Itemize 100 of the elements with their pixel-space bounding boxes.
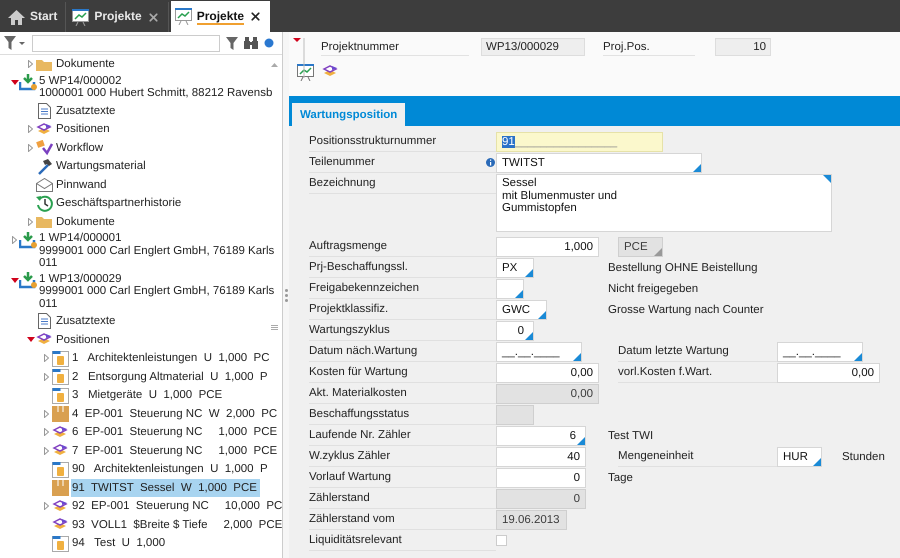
collapsed-caret-icon[interactable] [44,372,49,380]
tree-item[interactable]: 90 Architektenleistungen U 1,000 P [71,460,271,478]
folder-file-icon [52,460,68,478]
field-label: Zählerstand vom [309,510,496,530]
splitter-handle[interactable] [283,32,289,558]
filter-icon[interactable] [226,36,238,50]
download-tray-icon [19,74,37,91]
collapse-caret-icon[interactable] [293,38,305,78]
chart-board-icon[interactable] [297,64,314,81]
collapsed-caret-icon[interactable] [44,410,49,418]
expanded-caret-icon[interactable] [10,278,18,283]
tree-item[interactable]: 7 EP-001 Steuerung NC 1,000 PCE [71,442,280,460]
collapsed-caret-icon[interactable] [28,125,33,133]
collapsed-caret-icon[interactable] [28,144,33,152]
chart-board-icon [174,8,192,25]
scroll-up-icon[interactable] [271,63,278,67]
field-label: Beschaffungsstatus [309,405,496,425]
envelope-icon [36,178,52,192]
tree-item[interactable]: 2 Entsorgung Altmaterial U 1,000 P [71,368,271,386]
close-icon[interactable] [249,10,262,23]
tree-item[interactable]: 1 WP14/000001 9999001 000 Carl Englert GmbH, 76189 Karls 011 [39,231,278,272]
combo-field[interactable]: 0 [496,321,534,341]
folder-file-icon [52,368,68,385]
scroll-thumb-icon[interactable] [271,325,278,330]
field-label: Auftragsmenge [309,237,496,257]
input-field[interactable]: 0 [496,468,586,488]
combo-field[interactable]: __.__.____ [777,342,863,362]
expanded-caret-icon[interactable] [10,80,18,85]
combo-field[interactable]: PX [496,258,534,278]
tree-item[interactable]: 1 WP13/000029 9999001 000 Carl Englert GmbH, 76189 Karls 011 [39,272,278,312]
tree-item[interactable]: 93 VOLL1 $Breite $ Tiefe 2,000 PCE [71,516,282,534]
field-label: Prj-Beschaffungssl. [309,258,496,278]
stacked-blocks-icon [36,122,52,136]
checkbox[interactable] [496,535,507,546]
collapsed-caret-icon[interactable] [28,60,33,68]
collapsed-caret-icon[interactable] [28,218,33,226]
info-icon[interactable] [486,158,495,167]
tree-item[interactable]: 5 WP14/000002 1000001 000 Hubert Schmitt, 88212 Ravensb [39,74,276,102]
combo-field[interactable]: GWC [496,300,548,320]
description-text: Grosse Wartung nach Counter [608,303,764,318]
hammer-icon [36,158,52,174]
clock-history-icon [36,194,52,212]
description-text: Tage [608,471,633,486]
document-icon [38,313,50,329]
collapsed-caret-icon[interactable] [44,354,49,362]
search-field[interactable] [32,34,220,52]
combo-field[interactable]: HUR [777,447,822,467]
field-label: Projektnummer [321,38,469,56]
tree-item[interactable]: 94 Test U 1,000 [71,534,168,552]
combo-field: PCE [618,237,663,257]
tree-item[interactable]: Pinnwand [55,176,110,194]
readonly-field: WP13/000029 [481,38,585,56]
stacked-blocks-icon [36,332,52,347]
collapsed-caret-icon[interactable] [44,446,49,454]
description-text: Test TWI [608,429,654,444]
field-label: Bezeichnung [309,174,496,194]
tree-item[interactable]: 92 EP-001 Steuerung NC 10,000 PC [71,497,282,515]
tree-item[interactable]: Dokumente [55,55,118,73]
stacked-blocks-icon [52,517,68,532]
input-field[interactable]: 40 [496,447,586,467]
download-tray-icon [19,272,37,289]
combo-field[interactable] [496,279,524,299]
tree-item[interactable]: 1 Architektenleistungen U 1,000 PC [71,349,273,367]
field-label: Teilenummer [309,153,496,173]
combo-field[interactable]: __.__.____ [496,342,582,362]
input-field[interactable]: 0,00 [496,363,599,383]
field-label: Freigabekennzeichen [309,279,496,299]
tree-item[interactable]: Dokumente [55,212,118,230]
tree-item[interactable]: Zusatztexte [55,312,118,330]
input-field[interactable]: 91________________ [496,132,663,152]
tree-item[interactable]: Wartungsmaterial [55,157,149,175]
combo-field[interactable]: 6 [496,426,586,446]
folder-icon [36,215,52,228]
stacked-blocks-icon[interactable] [322,64,339,79]
document-icon [38,102,50,118]
collapsed-caret-icon[interactable] [12,236,17,244]
tree-item[interactable]: 4 EP-001 Steuerung NC W 2,000 PC [71,404,280,422]
field-label: Wartungszyklus [309,321,496,341]
tree-item[interactable]: 3 Mietgeräte U 1,000 PCE [71,386,226,404]
field-label: Datum näch.Wartung [309,342,496,362]
binoculars-icon[interactable] [244,37,258,49]
tree-item[interactable]: Positionen [55,330,113,348]
tab[interactable]: Projekte [170,1,270,32]
expanded-caret-icon[interactable] [26,337,34,342]
tree-item[interactable]: Workflow [55,138,106,156]
tree-item[interactable]: Positionen [55,120,113,138]
home-icon [8,10,25,24]
text-area[interactable]: Sessel mit Blumenmuster und Gummistopfen [496,174,832,232]
combo-field[interactable]: TWITST [496,153,702,173]
chart-board-icon [72,8,90,26]
collapsed-caret-icon[interactable] [44,502,49,510]
description-text: Nicht freigegeben [608,282,698,297]
collapsed-caret-icon[interactable] [44,428,49,436]
tree-item[interactable]: Geschäftspartnerhistorie [55,194,184,212]
filter-dropdown-icon[interactable] [4,36,26,50]
tree-item[interactable]: 91 TWITST Sessel W 1,000 PCE [71,478,260,496]
tree-item[interactable]: Zusatztexte [55,102,118,120]
input-field[interactable]: 1,000 [496,237,599,257]
input-field[interactable]: 0,00 [777,363,880,383]
tree-item[interactable]: 6 EP-001 Steuerung NC 1,000 PCE [71,423,280,441]
